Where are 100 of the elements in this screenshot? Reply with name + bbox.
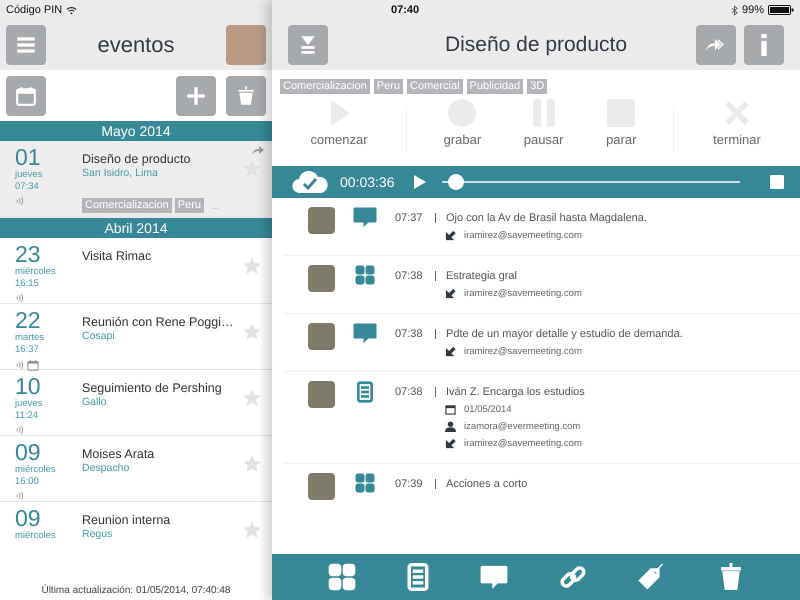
event-time: 16:00 <box>15 476 40 488</box>
arrow-down-left-icon <box>445 438 456 449</box>
tag-icon <box>638 563 666 591</box>
separator-bar <box>435 387 436 397</box>
event-title: Seguimiento de Pershing <box>82 380 223 396</box>
tag: Comercializacion <box>82 198 172 213</box>
avatar-photo-placeholder <box>308 381 335 408</box>
calendar-icon <box>27 359 39 371</box>
battery-icon <box>768 5 794 15</box>
month-header: Mayo 2014 <box>0 121 272 141</box>
info-button[interactable] <box>744 25 784 65</box>
cloud-check-icon <box>292 170 328 194</box>
info-icon <box>761 34 767 56</box>
event-day: 10 <box>15 374 82 398</box>
event-weekday: jueves <box>15 398 44 410</box>
grid-icon <box>328 563 356 591</box>
entry-detail-text: iramirez@savemeeting.com <box>464 438 582 449</box>
separator-bar <box>435 329 436 339</box>
entry-detail-text: izamora@evermeeting.com <box>464 421 580 432</box>
event-time: 07:34 <box>15 181 40 193</box>
entry-time: 07:39 <box>395 478 424 490</box>
entry-text: Estrategia gral <box>446 270 517 282</box>
tag: Comercializacion <box>280 79 370 94</box>
event-time: 11:24 <box>15 410 40 422</box>
audio-icon <box>15 491 24 501</box>
arrow-down-left-icon <box>445 230 456 241</box>
event-weekday: miércoles <box>15 464 57 476</box>
event-day: 09 <box>15 506 82 530</box>
event-title: Reunion interna <box>82 512 172 528</box>
add-button[interactable] <box>176 76 216 116</box>
add-link-button[interactable] <box>558 563 586 591</box>
entry-text: Ojo con la Av de Brasil hasta Magdalena. <box>446 212 647 224</box>
star-icon[interactable] <box>242 520 262 540</box>
status-time: 07:40 <box>390 4 420 16</box>
arrow-down-left-icon <box>445 288 456 299</box>
document-icon <box>406 563 428 591</box>
event-title: Visita Rimac <box>82 248 152 264</box>
battery-percentage: 99% <box>742 4 764 16</box>
event-title: Moises Arata <box>82 446 156 462</box>
play-icon[interactable] <box>414 175 426 189</box>
bluetooth-icon <box>730 4 738 16</box>
audio-icon <box>15 196 24 206</box>
event-time: 16:15 <box>15 278 40 290</box>
screen-title: eventos <box>96 32 176 58</box>
event-row[interactable]: 01 jueves 07:34 Diseño de producto San Isidro, Lima Comercializacion Peru ... <box>0 141 272 218</box>
entry-detail-text: 01/05/2014 <box>464 404 512 415</box>
add-comment-button[interactable] <box>480 563 508 591</box>
avatar-photo-placeholder <box>308 323 335 350</box>
event-location: Despacho <box>82 462 130 474</box>
collapse-button[interactable] <box>288 25 328 65</box>
person-icon <box>445 421 456 432</box>
event-location: Gallo <box>82 396 108 408</box>
entry-detail-text: iramirez@savemeeting.com <box>464 230 582 241</box>
entry-time: 07:37 <box>395 212 424 224</box>
entry-time: 07:38 <box>395 386 424 398</box>
tag: 3D <box>527 79 548 94</box>
document-icon <box>357 381 373 403</box>
event-title: Diseño de producto <box>82 151 192 167</box>
audio-icon <box>15 425 24 435</box>
more-tags-text: ... <box>210 200 219 210</box>
entry-time: 07:38 <box>395 270 424 282</box>
comment-icon <box>353 207 377 227</box>
calendar-button[interactable] <box>6 76 46 116</box>
elapsed-time: 00:03:36 <box>340 174 396 190</box>
grid-icon <box>355 473 375 493</box>
grid-icon <box>355 265 375 285</box>
add-topic-button[interactable] <box>328 563 356 591</box>
entry-time: 07:38 <box>395 328 424 340</box>
event-weekday: miércoles <box>15 530 57 542</box>
separator-bar <box>435 271 436 281</box>
star-icon[interactable] <box>242 256 262 276</box>
month-header: Abril 2014 <box>0 218 272 238</box>
avatar-photo-placeholder <box>308 207 335 234</box>
add-task-button[interactable] <box>406 563 428 591</box>
event-row[interactable]: 09 miércoles Reunion interna Regus <box>0 502 272 550</box>
wifi-icon <box>66 6 78 14</box>
star-icon[interactable] <box>242 322 262 342</box>
event-time: 16:37 <box>15 344 40 356</box>
entry-text: Acciones a corto <box>446 478 528 490</box>
audio-icon <box>15 293 24 303</box>
plus-icon <box>185 84 207 106</box>
slider-thumb[interactable] <box>448 174 464 190</box>
star-icon[interactable] <box>242 388 262 408</box>
menu-button[interactable] <box>6 25 46 65</box>
event-weekday: miércoles <box>15 266 57 278</box>
calendar-icon <box>445 404 456 415</box>
add-tag-button[interactable] <box>638 563 666 591</box>
avatar-photo-placeholder <box>308 265 335 292</box>
delete-button[interactable] <box>226 76 266 116</box>
event-day: 22 <box>15 308 82 332</box>
separator-bar <box>435 479 436 489</box>
event-title: Reunión con Rene Poggi… <box>82 314 234 330</box>
tag: Comercial <box>407 79 463 94</box>
tag: Peru <box>374 79 404 94</box>
entry-text: Iván Z. Encarga los estudios <box>446 386 585 398</box>
profile-photo-placeholder[interactable] <box>226 25 266 65</box>
star-icon[interactable] <box>242 454 262 474</box>
forward-button[interactable] <box>696 25 736 65</box>
event-location: San Isidro, Lima <box>82 167 159 179</box>
entry-text: Pdte de un mayor detalle y estudio de demanda. <box>446 328 683 340</box>
